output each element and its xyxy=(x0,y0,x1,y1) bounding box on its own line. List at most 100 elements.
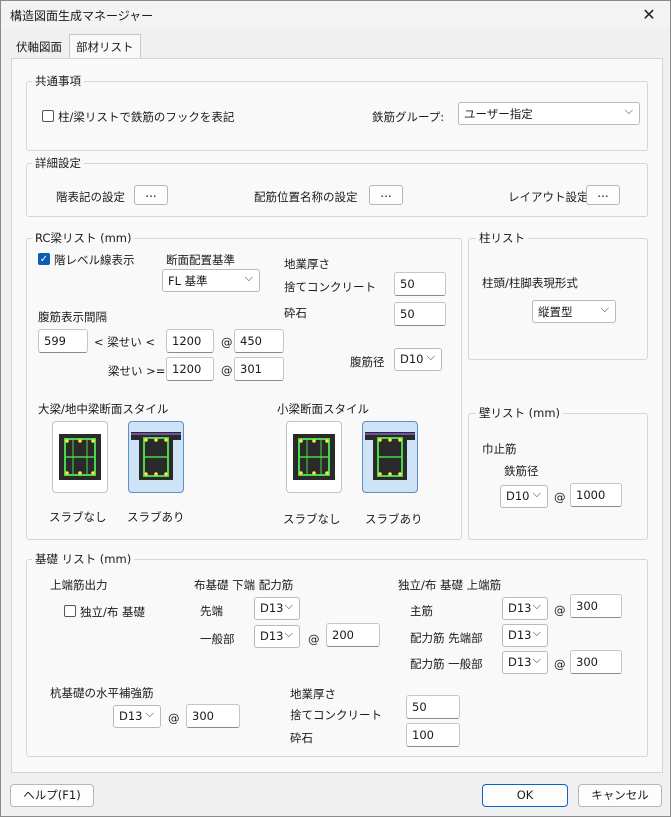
ground-title: 地業厚さ xyxy=(284,257,330,271)
chevron-down-icon: ⌵ xyxy=(532,487,541,500)
sute-input[interactable]: 50 xyxy=(394,272,446,296)
dist-gen-value: D13 xyxy=(508,655,532,669)
saiseki-input[interactable]: 50 xyxy=(394,302,446,326)
chevron-down-icon: ⌵ xyxy=(532,599,541,612)
ok-button[interactable]: OK xyxy=(482,784,568,807)
web-450-input[interactable]: 450 xyxy=(234,329,284,353)
tip-label: 先端 xyxy=(200,604,223,618)
big-beam-noslab-button[interactable] xyxy=(52,421,108,493)
saiseki-label: 砕石 xyxy=(284,306,307,320)
wall-dia-select[interactable]: D10 ⌵ xyxy=(500,485,548,508)
pile-value: D13 xyxy=(119,709,143,723)
sute-label: 捨てコンクリート xyxy=(284,280,376,294)
section-ref-select[interactable]: FL 基準 ⌵ xyxy=(162,269,260,292)
wall-dia-value: D10 xyxy=(506,489,530,503)
found-sute-label: 捨てコンクリート xyxy=(290,708,382,722)
at-label: @ xyxy=(554,490,566,504)
at-label: @ xyxy=(168,711,180,725)
pile-label: 杭基礎の水平補強筋 xyxy=(50,686,154,700)
web-1200a-input[interactable]: 1200 xyxy=(166,329,214,353)
wall-pitch-input[interactable]: 1000 xyxy=(570,483,622,507)
small-beam-noslab-button[interactable] xyxy=(286,421,342,493)
small-beam-style-label: 小梁断面スタイル xyxy=(277,402,369,416)
general-pitch-input[interactable]: 200 xyxy=(326,623,380,647)
title-bar: 構造図面生成マネージャー ✕ xyxy=(1,1,670,29)
big-slab-label: スラブあり xyxy=(127,510,185,524)
cancel-button[interactable]: キャンセル xyxy=(578,784,662,807)
group-detail-title: 詳細設定 xyxy=(32,155,84,171)
floor-label: 階表記の設定 xyxy=(56,190,125,204)
indep-top-label: 独立/布 基礎 上端筋 xyxy=(398,578,502,592)
small-beam-slab-button[interactable] xyxy=(362,421,418,493)
layout-settings-button[interactable]: ... xyxy=(586,185,620,205)
chevron-down-icon: ⌵ xyxy=(284,599,293,612)
chevron-down-icon: ⌵ xyxy=(426,350,435,363)
top-out-label: 上端筋出力 xyxy=(50,578,108,592)
at-label: @ xyxy=(308,632,320,646)
window-title: 構造図面生成マネージャー xyxy=(10,9,154,23)
tab-fuku[interactable]: 伏軸図面 xyxy=(10,37,68,57)
pile-pitch-input[interactable]: 300 xyxy=(186,704,240,728)
web-1200b-input[interactable]: 1200 xyxy=(166,357,214,381)
tab-member-list[interactable]: 部材リスト xyxy=(69,34,141,59)
tip-select[interactable]: D13 ⌵ xyxy=(254,597,300,620)
dist-gen-label: 配力筋 一般部 xyxy=(410,657,483,671)
dist-gen-pitch-input[interactable]: 300 xyxy=(570,650,622,674)
web-301-input[interactable]: 301 xyxy=(234,357,284,381)
group-rc-title: RC梁リスト (mm) xyxy=(32,230,135,246)
at-label: @ xyxy=(221,363,233,377)
close-icon[interactable]: ✕ xyxy=(636,4,662,26)
small-noslab-label: スラブなし xyxy=(283,512,341,526)
beam-slab-section-icon xyxy=(365,432,415,480)
dist-gen-select[interactable]: D13 ⌵ xyxy=(502,651,548,674)
beam-section-icon xyxy=(293,434,335,480)
dist-tip-select[interactable]: D13 ⌵ xyxy=(502,624,548,647)
general-select[interactable]: D13 ⌵ xyxy=(254,625,300,648)
level-line-label: 階レベル線表示 xyxy=(54,253,135,267)
col-style-label: 柱頭/柱脚表現形式 xyxy=(482,276,578,290)
strip-bottom-label: 布基礎 下端 配力筋 xyxy=(194,578,294,592)
web-min-input[interactable]: 599 xyxy=(38,329,88,353)
floor-settings-button[interactable]: ... xyxy=(134,185,168,205)
main-select[interactable]: D13 ⌵ xyxy=(502,597,548,620)
web-interval-label: 腹筋表示間隔 xyxy=(38,310,107,324)
big-beam-style-label: 大梁/地中梁断面スタイル xyxy=(38,402,169,416)
help-button[interactable]: ヘルプ(F1) xyxy=(10,784,94,807)
pile-select[interactable]: D13 ⌵ xyxy=(113,705,161,728)
level-line-checkbox[interactable]: ✓ xyxy=(38,253,50,265)
main-pitch-input[interactable]: 300 xyxy=(570,594,622,618)
tab-panel: 共通事項 柱/梁リストで鉄筋のフックを表記 鉄筋グループ: ユーザー指定 ⌵ 詳細… xyxy=(11,58,663,773)
hook-checkbox[interactable] xyxy=(42,110,54,122)
col-style-select[interactable]: 縦置型 ⌵ xyxy=(532,300,616,323)
found-saiseki-label: 砕石 xyxy=(290,731,313,745)
tip-value: D13 xyxy=(260,601,284,615)
found-saiseki-input[interactable]: 100 xyxy=(406,723,460,747)
rebar-group-label: 鉄筋グループ: xyxy=(372,110,445,124)
at-label: @ xyxy=(221,335,233,349)
lt-label: < 梁せい < xyxy=(94,335,156,349)
general-label: 一般部 xyxy=(200,632,235,646)
chevron-down-icon: ⌵ xyxy=(600,302,609,315)
found-sute-input[interactable]: 50 xyxy=(406,695,460,719)
group-common-title: 共通事項 xyxy=(32,73,84,89)
chevron-down-icon: ⌵ xyxy=(532,653,541,666)
col-style-value: 縦置型 xyxy=(538,305,573,319)
main-value: D13 xyxy=(508,601,532,615)
wall-dia-label: 鉄筋径 xyxy=(504,464,539,478)
rebar-group-value: ユーザー指定 xyxy=(464,107,533,121)
pos-label: 配筋位置名称の設定 xyxy=(254,190,358,204)
dist-tip-value: D13 xyxy=(508,628,532,642)
beam-section-icon xyxy=(59,434,101,480)
pos-settings-button[interactable]: ... xyxy=(369,185,403,205)
web-dia-value: D10 xyxy=(400,352,424,366)
group-wall xyxy=(468,413,648,540)
section-ref-label: 断面配置基準 xyxy=(166,253,235,267)
rebar-group-select[interactable]: ユーザー指定 ⌵ xyxy=(458,102,640,125)
indep-checkbox[interactable] xyxy=(64,605,76,617)
group-foundation-title: 基礎 リスト (mm) xyxy=(32,551,135,567)
main-label: 主筋 xyxy=(410,604,433,618)
dialog-window: 構造図面生成マネージャー ✕ 伏軸図面 部材リスト 共通事項 柱/梁リストで鉄筋… xyxy=(0,0,671,817)
web-dia-select[interactable]: D10 ⌵ xyxy=(394,348,442,371)
chevron-down-icon: ⌵ xyxy=(624,104,633,117)
big-beam-slab-button[interactable] xyxy=(128,421,184,493)
